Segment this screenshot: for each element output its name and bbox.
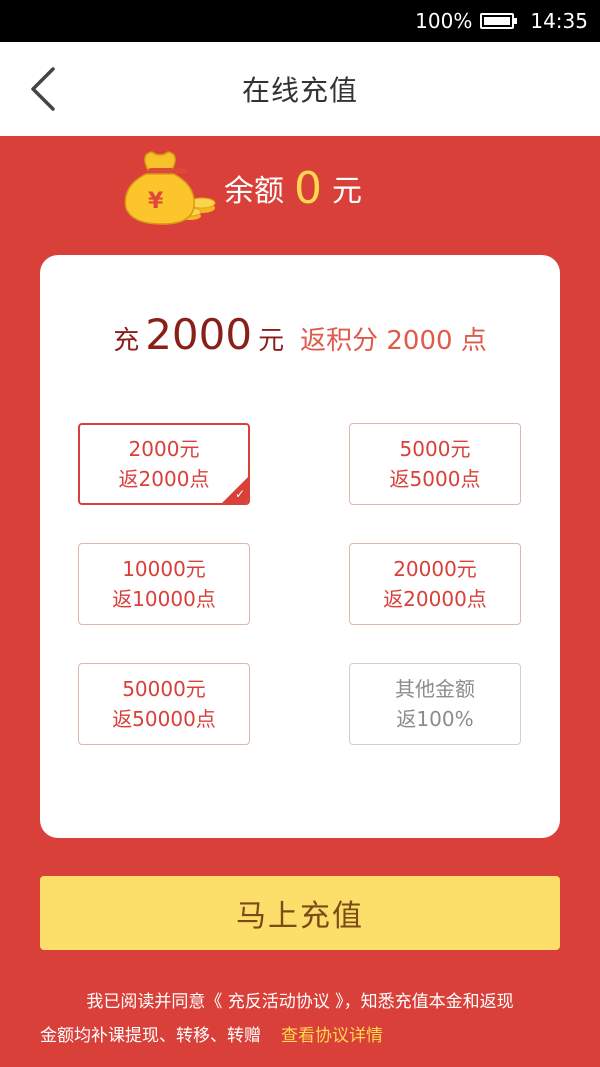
- balance-label: 余额: [224, 174, 284, 209]
- checkmark-icon: ✓: [234, 487, 245, 501]
- option-bonus: 返20000点: [383, 587, 487, 611]
- option-5000[interactable]: 5000元 返5000点: [349, 423, 521, 505]
- option-amount: 10000元: [122, 557, 206, 581]
- option-2000[interactable]: 2000元 返2000点 ✓: [78, 423, 250, 505]
- agreement-line-2: 金额均补课提现、转移、转赠: [40, 1026, 261, 1046]
- balance-amount: 0: [294, 162, 322, 214]
- summary-unit: 元: [258, 326, 285, 356]
- agreement-text: 我已阅读并同意《 充反活动协议 》，知悉充值本金和返现 金额均补课提现、转移、转…: [40, 985, 560, 1053]
- option-20000[interactable]: 20000元 返20000点: [349, 543, 521, 625]
- option-10000[interactable]: 10000元 返10000点: [78, 543, 250, 625]
- option-amount: 5000元: [399, 437, 471, 461]
- status-bar: 100% 14:35: [0, 0, 600, 42]
- nav-bar: 在线充值: [0, 42, 600, 136]
- chevron-left-icon: [31, 67, 55, 111]
- summary-prefix: 充: [113, 326, 140, 356]
- balance-row: ¥ 余额 0 元: [118, 148, 362, 228]
- recharge-card: 充 2000 元返积分 2000 点 2000元 返2000点 ✓ 5000元 返5…: [40, 255, 560, 838]
- balance-unit: 元: [332, 174, 362, 209]
- recharge-summary: 充 2000 元返积分 2000 点: [40, 310, 560, 359]
- summary-amount: 2000: [145, 310, 253, 359]
- recharge-now-button[interactable]: 马上充值: [40, 876, 560, 950]
- option-bonus: 返10000点: [112, 587, 216, 611]
- battery-icon: [480, 13, 518, 29]
- option-amount: 2000元: [128, 437, 200, 461]
- option-bonus: 返100%: [396, 707, 474, 731]
- option-bonus: 返5000点: [389, 467, 481, 491]
- option-50000[interactable]: 50000元 返50000点: [78, 663, 250, 745]
- status-time: 14:35: [530, 9, 588, 33]
- option-amount: 其他金额: [395, 677, 475, 701]
- option-amount: 20000元: [393, 557, 477, 581]
- option-bonus: 返50000点: [112, 707, 216, 731]
- view-agreement-link[interactable]: 查看协议详情: [281, 1026, 383, 1046]
- option-amount: 50000元: [122, 677, 206, 701]
- summary-bonus: 返积分 2000 点: [300, 326, 487, 356]
- option-bonus: 返2000点: [118, 467, 210, 491]
- svg-text:¥: ¥: [148, 189, 164, 214]
- back-button[interactable]: [18, 62, 68, 116]
- option-other-amount[interactable]: 其他金额 返100%: [349, 663, 521, 745]
- battery-percent: 100%: [415, 9, 473, 33]
- money-bag-icon: ¥: [124, 151, 216, 225]
- page-title: 在线充值: [241, 74, 358, 107]
- agreement-line-1: 我已阅读并同意《 充反活动协议 》，知悉充值本金和返现: [86, 992, 514, 1012]
